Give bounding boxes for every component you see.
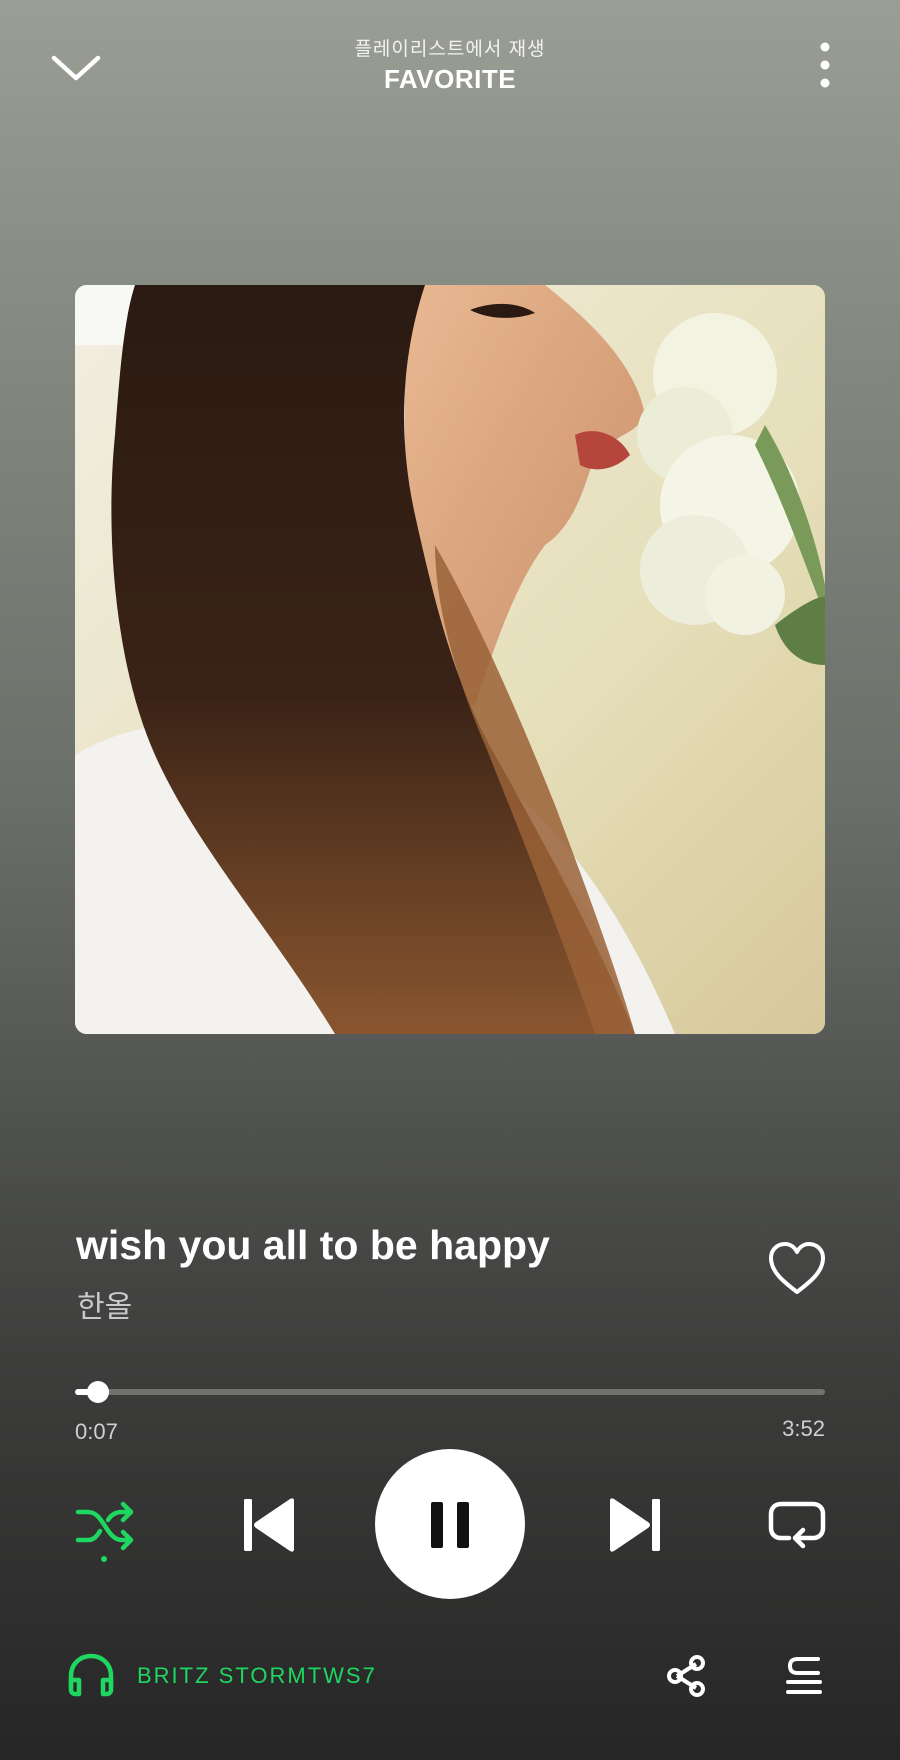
- elapsed-time: 0:07: [75, 1419, 118, 1444]
- album-cover-image: [75, 285, 825, 1034]
- share-button[interactable]: [665, 1655, 707, 1697]
- track-artist[interactable]: 한올: [77, 1282, 132, 1326]
- connected-device-name[interactable]: BRITZ STORMTWS7: [137, 1663, 377, 1689]
- track-title[interactable]: wish you all to be happy: [76, 1222, 550, 1269]
- skip-next-icon: [610, 1498, 660, 1552]
- progress-handle[interactable]: [87, 1381, 109, 1403]
- headphones-icon: [68, 1653, 114, 1697]
- heart-outline-icon: [769, 1242, 825, 1294]
- like-button[interactable]: [766, 1240, 828, 1298]
- skip-previous-icon: [244, 1498, 294, 1552]
- previous-button[interactable]: [240, 1496, 300, 1554]
- repeat-button[interactable]: [767, 1498, 827, 1552]
- progress-bar[interactable]: [75, 1389, 825, 1395]
- repeat-icon: [768, 1501, 826, 1549]
- shuffle-button[interactable]: [74, 1498, 136, 1564]
- pause-icon: [431, 1502, 469, 1548]
- playing-from-label: 플레이리스트에서 재생: [354, 39, 546, 60]
- more-vertical-icon: [820, 42, 830, 88]
- playlist-name[interactable]: FAVORITE: [0, 64, 900, 95]
- share-icon: [667, 1655, 705, 1697]
- queue-icon: [786, 1657, 822, 1694]
- album-artwork: [75, 285, 825, 1034]
- pause-button[interactable]: [375, 1449, 525, 1599]
- total-time: 3:52: [782, 1416, 825, 1441]
- shuffle-icon: [75, 1501, 134, 1562]
- connected-device-button[interactable]: [66, 1652, 116, 1698]
- queue-button[interactable]: [784, 1656, 824, 1696]
- more-options-button[interactable]: [810, 40, 840, 96]
- next-button[interactable]: [604, 1496, 664, 1554]
